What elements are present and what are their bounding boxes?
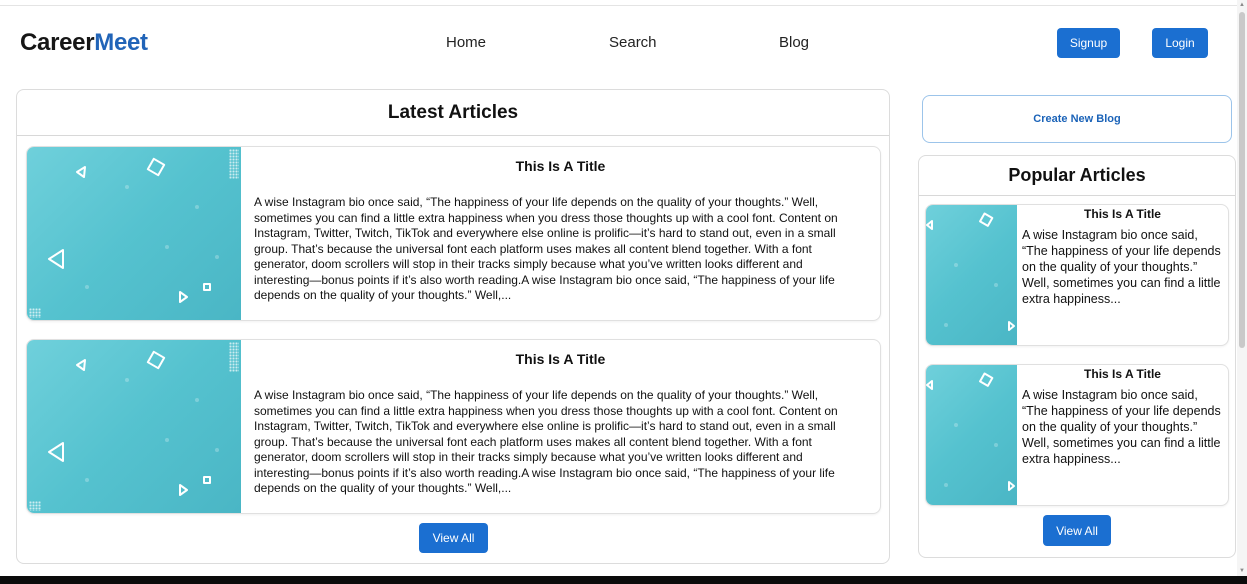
popular-article-card[interactable]: This Is A Title A wise Instagram bio onc… bbox=[925, 364, 1229, 506]
site-logo[interactable]: CareerMeet bbox=[20, 29, 148, 57]
nav-home[interactable]: Home bbox=[446, 34, 486, 51]
login-button[interactable]: Login bbox=[1152, 28, 1208, 58]
popular-articles-heading: Popular Articles bbox=[919, 156, 1235, 196]
article-title: This Is A Title bbox=[515, 158, 606, 174]
article-card[interactable]: This Is A Title A wise Instagram bio onc… bbox=[26, 146, 881, 321]
nav-search[interactable]: Search bbox=[609, 34, 657, 51]
article-excerpt: A wise Instagram bio once said, “The hap… bbox=[254, 388, 838, 495]
browser-top-edge bbox=[0, 0, 1237, 6]
popular-article-card[interactable]: This Is A Title A wise Instagram bio onc… bbox=[925, 204, 1229, 346]
article-title: This Is A Title bbox=[1084, 367, 1161, 381]
article-excerpt: A wise Instagram bio once said, “The hap… bbox=[254, 195, 838, 302]
signup-button[interactable]: Signup bbox=[1057, 28, 1120, 58]
scrollbar-thumb[interactable] bbox=[1239, 12, 1245, 348]
create-new-blog-button[interactable]: Create New Blog bbox=[922, 95, 1232, 143]
scroll-down-icon[interactable]: ▼ bbox=[1239, 568, 1245, 574]
nav-blog[interactable]: Blog bbox=[779, 34, 809, 51]
bottom-bar bbox=[0, 576, 1247, 584]
article-title: This Is A Title bbox=[1084, 207, 1161, 221]
scroll-up-icon[interactable]: ▲ bbox=[1239, 2, 1245, 8]
article-excerpt: A wise Instagram bio once said, “The hap… bbox=[1022, 388, 1221, 466]
logo-text-meet: Meet bbox=[94, 29, 148, 56]
article-thumbnail bbox=[27, 147, 241, 320]
latest-view-all-button[interactable]: View All bbox=[419, 523, 488, 553]
article-title: This Is A Title bbox=[515, 351, 606, 367]
article-excerpt: A wise Instagram bio once said, “The hap… bbox=[1022, 228, 1221, 306]
article-thumbnail bbox=[926, 205, 1017, 345]
popular-view-all-button[interactable]: View All bbox=[1043, 515, 1111, 546]
logo-text-career: Career bbox=[20, 29, 95, 56]
page-scrollbar[interactable]: ▲ ▼ bbox=[1237, 0, 1247, 576]
article-thumbnail bbox=[926, 365, 1017, 505]
article-card[interactable]: This Is A Title A wise Instagram bio onc… bbox=[26, 339, 881, 514]
latest-articles-heading: Latest Articles bbox=[17, 90, 889, 136]
article-thumbnail bbox=[27, 340, 241, 513]
